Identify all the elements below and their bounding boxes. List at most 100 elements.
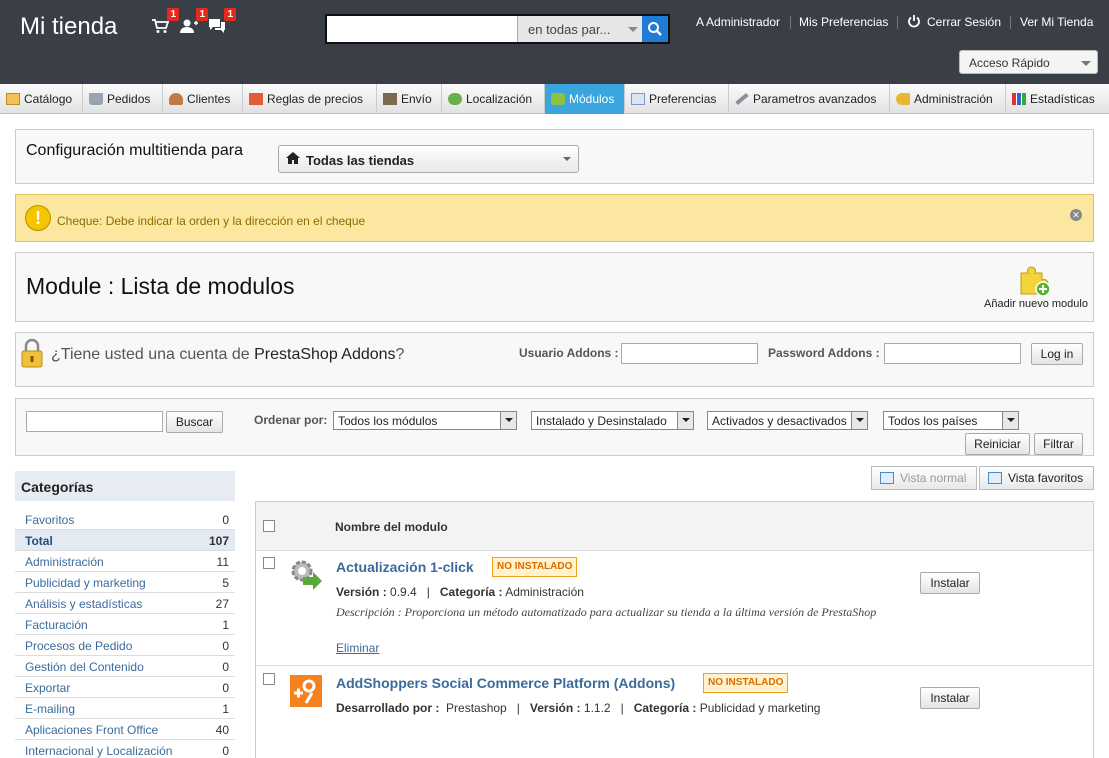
chevron-down-icon (851, 412, 867, 429)
multishop-label: Configuración multitienda para (26, 142, 244, 159)
shop-name[interactable]: Mi tienda (20, 13, 117, 41)
module-type-select[interactable]: Todos los módulos (333, 411, 517, 430)
install-button[interactable]: Instalar (920, 687, 980, 709)
top-bar: Mi tienda 1 1 1 en todas par... A Admini… (0, 0, 1109, 84)
grid-view-icon (988, 472, 1002, 484)
tab-label: Estadísticas (1030, 92, 1095, 106)
tag-icon (249, 93, 263, 105)
main-menu: Catálogo Pedidos Clientes Reglas de prec… (0, 84, 1109, 114)
select-value: Todos los módulos (338, 414, 438, 428)
install-button[interactable]: Instalar (920, 572, 980, 594)
chevron-down-icon (500, 412, 516, 429)
developer-label: Desarrollado por : (336, 701, 440, 715)
category-count: 0 (222, 660, 229, 674)
module-search-input[interactable] (26, 411, 163, 432)
version-label: Versión : (529, 701, 581, 715)
active-status-select[interactable]: Activados y desactivados (707, 411, 868, 430)
version-value: 0.9.4 (390, 585, 417, 599)
tab-price-rules[interactable]: Reglas de precios (243, 84, 377, 114)
employee-link[interactable]: A Administrador (696, 15, 780, 29)
category-advertising[interactable]: Publicidad y marketing 5 (15, 572, 235, 593)
category-count: 11 (216, 555, 229, 569)
tab-shipping[interactable]: Envío (377, 84, 442, 114)
global-search: en todas par... (325, 14, 670, 44)
module-meta: Desarrollado por : Prestashop | Versión … (336, 701, 821, 715)
module-name[interactable]: Actualización 1-click (336, 559, 474, 575)
category-count: 0 (222, 744, 229, 758)
category-administration[interactable]: Administración 11 (15, 551, 235, 572)
cart-icon (89, 93, 103, 105)
delete-link[interactable]: Eliminar (336, 641, 379, 655)
reset-button[interactable]: Reiniciar (965, 433, 1030, 455)
category-total[interactable]: Total 107 (15, 530, 235, 551)
search-modules-button[interactable]: Buscar (166, 411, 223, 433)
customers-notification[interactable]: 1 (180, 8, 208, 34)
close-icon[interactable]: ✕ (1070, 209, 1082, 221)
add-module-label[interactable]: Añadir nuevo modulo (984, 298, 1088, 310)
view-shop-link[interactable]: Ver Mi Tienda (1020, 15, 1093, 29)
search-button[interactable] (642, 16, 668, 42)
row-checkbox[interactable] (263, 673, 275, 685)
category-export[interactable]: Exportar 0 (15, 677, 235, 698)
shop-context-value: Todas las tiendas (306, 153, 415, 168)
category-emailing[interactable]: E-mailing 1 (15, 698, 235, 719)
category-checkout[interactable]: Procesos de Pedido 0 (15, 635, 235, 656)
preferences-link[interactable]: Mis Preferencias (799, 15, 888, 29)
addons-password-field[interactable] (884, 343, 1021, 364)
category-favorites[interactable]: Favoritos 0 (15, 509, 235, 530)
quick-access-select[interactable]: Acceso Rápido (959, 50, 1098, 74)
category-i18n[interactable]: Internacional y Localización 0 (15, 740, 235, 758)
category-label: Favoritos (25, 513, 75, 527)
table-row: AddShoppers Social Commerce Platform (Ad… (256, 667, 1093, 758)
tab-stats[interactable]: Estadísticas (1006, 84, 1109, 114)
add-module-button[interactable] (1019, 265, 1051, 297)
messages-notification[interactable]: 1 (208, 8, 236, 34)
messages-badge: 1 (224, 8, 236, 21)
logout-link[interactable]: Cerrar Sesión (927, 15, 1001, 29)
tab-orders[interactable]: Pedidos (83, 84, 163, 114)
search-icon (648, 22, 662, 36)
select-value: Todos los países (888, 414, 978, 428)
normal-view-button[interactable]: Vista normal (871, 466, 977, 490)
tab-label: Parametros avanzados (753, 92, 877, 106)
category-label: Aplicaciones Front Office (25, 723, 159, 737)
tab-advanced-parameters[interactable]: Parametros avanzados (729, 84, 890, 114)
shop-context-select[interactable]: Todas las tiendas (278, 145, 579, 173)
addons-username-field[interactable] (621, 343, 758, 364)
search-scope-select[interactable]: en todas par... (517, 16, 644, 42)
row-checkbox[interactable] (263, 557, 275, 569)
page-title: Module : Lista de modulos (26, 273, 295, 299)
tab-modules[interactable]: Módulos (545, 84, 625, 114)
country-select[interactable]: Todos los países (883, 411, 1019, 430)
module-name[interactable]: AddShoppers Social Commerce Platform (Ad… (336, 675, 675, 691)
search-input[interactable] (327, 16, 515, 42)
tab-preferences[interactable]: Preferencias (625, 84, 729, 114)
category-content[interactable]: Gestión del Contenido 0 (15, 656, 235, 677)
tab-administration[interactable]: Administración (890, 84, 1006, 114)
category-analytics[interactable]: Análisis y estadísticas 27 (15, 593, 235, 614)
search-scope-label: en todas par... (528, 22, 611, 37)
list-view-icon (880, 472, 894, 484)
chat-icon (209, 19, 225, 33)
select-all-checkbox[interactable] (263, 520, 275, 532)
tab-label: Envío (401, 92, 432, 106)
addons-login-button[interactable]: Log in (1031, 343, 1083, 365)
tab-catalog[interactable]: Catálogo (0, 84, 83, 114)
module-meta: Versión : 0.9.4 | Categoría : Administra… (336, 585, 584, 599)
install-status-select[interactable]: Instalado y Desinstalado (531, 411, 694, 430)
category-front-office[interactable]: Aplicaciones Front Office 40 (15, 719, 235, 740)
category-label: Internacional y Localización (25, 744, 173, 758)
filter-button[interactable]: Filtrar (1034, 433, 1083, 455)
customers-badge: 1 (196, 8, 208, 21)
orders-notification[interactable]: 1 (151, 8, 179, 34)
form-icon (631, 93, 645, 105)
tab-customers[interactable]: Clientes (163, 84, 243, 114)
tab-localization[interactable]: Localización (442, 84, 545, 114)
category-value: Publicidad y marketing (699, 701, 821, 715)
module-description: Descripción : Proporciona un método auto… (336, 605, 877, 619)
category-label: Total (25, 534, 53, 548)
favorites-view-button[interactable]: Vista favoritos (979, 466, 1094, 490)
addons-password-label: Password Addons : (768, 346, 880, 360)
category-billing[interactable]: Facturación 1 (15, 614, 235, 635)
version-label: Versión : (336, 585, 387, 599)
